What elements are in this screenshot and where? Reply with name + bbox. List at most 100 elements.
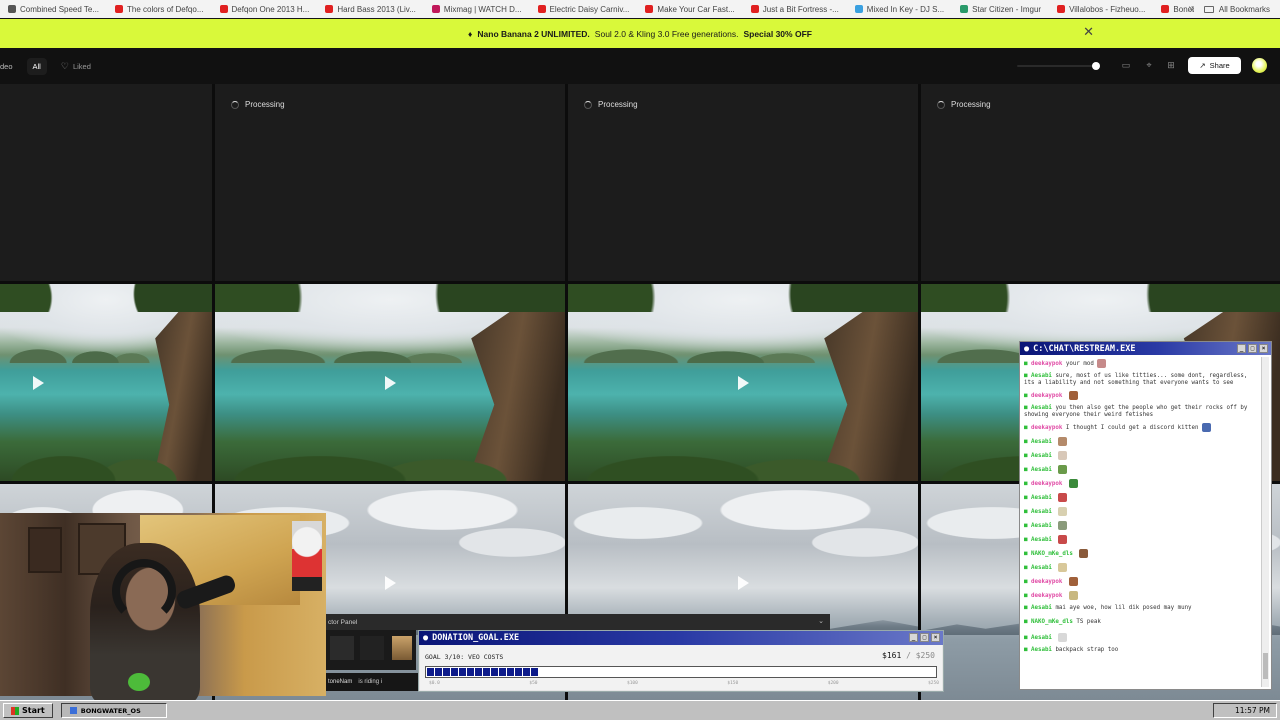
chat-window-titlebar[interactable]: ● C:\CHAT\RESTREAM.EXE _ □ × (1020, 342, 1271, 355)
diamond-icon: ♦ (468, 28, 473, 39)
bookmark-item[interactable]: Electric Daisy Carniv... (530, 0, 638, 18)
heart-icon: ♡ (60, 60, 69, 71)
processing-label: Processing (598, 100, 638, 109)
close-button[interactable]: × (931, 633, 940, 642)
promo-banner[interactable]: ♦ Nano Banana 2 UNLIMITED. Soul 2.0 & Kl… (0, 19, 1280, 48)
target-icon[interactable]: ⌖ (1143, 59, 1155, 71)
filter-all-tab[interactable]: All (26, 57, 47, 75)
donation-window-titlebar[interactable]: ● DONATION_GOAL.EXE _ □ × (419, 631, 943, 645)
all-bookmarks-button[interactable]: All Bookmarks (1193, 0, 1280, 18)
bookmark-item[interactable]: Star Citizen - Imgur (952, 0, 1049, 18)
chat-username[interactable]: Aesabi (1031, 495, 1052, 501)
chat-username[interactable]: Aesabi (1031, 523, 1052, 529)
chat-username[interactable]: Aesabi (1031, 565, 1052, 571)
donation-goal-window: ● DONATION_GOAL.EXE _ □ × GOAL 3/10: VEO… (418, 630, 944, 692)
chat-username[interactable]: NAKO_mKe_dls (1031, 619, 1073, 625)
chat-username[interactable]: Aesabi (1031, 467, 1052, 473)
chat-username[interactable]: Aesabi (1031, 605, 1052, 611)
favicon-icon (960, 5, 969, 13)
processing-card[interactable]: Processing (568, 84, 918, 281)
emote-icon (1068, 479, 1078, 488)
chat-message: ■ Aesabi sure, most of us like titties..… (1024, 373, 1260, 387)
emote-icon (1079, 549, 1089, 558)
bookmark-item[interactable]: Hard Bass 2013 (Liv... (317, 0, 424, 18)
close-button[interactable]: × (1259, 344, 1268, 353)
chat-username[interactable]: Aesabi (1031, 405, 1052, 411)
bookmark-item[interactable]: Mixed In Key - DJ S... (847, 0, 952, 18)
taskbar-item[interactable]: BONGWATER_OS (60, 703, 167, 718)
minimize-button[interactable]: _ (1237, 344, 1246, 353)
play-icon[interactable] (738, 576, 749, 591)
chat-username[interactable]: deekaypok (1031, 481, 1062, 487)
chat-username[interactable]: deekaypok (1031, 579, 1062, 585)
start-label: Start (22, 706, 45, 715)
processing-label: Processing (951, 100, 991, 109)
chat-window: ● C:\CHAT\RESTREAM.EXE _ □ × ■ deekaypok… (1019, 341, 1272, 690)
chat-username[interactable]: deekaypok (1031, 593, 1062, 599)
activity-username: toneNam (328, 679, 353, 685)
thumbnail-icon[interactable] (392, 636, 412, 660)
processing-label: Processing (245, 100, 285, 109)
banner-text: Soul 2.0 & Kling 3.0 Free generations. (594, 28, 739, 39)
share-button[interactable]: ↗ Share (1188, 57, 1241, 74)
control-slot[interactable] (360, 636, 384, 660)
chat-username[interactable]: Aesabi (1031, 537, 1052, 543)
scrollbar-thumb[interactable] (1263, 653, 1268, 679)
video-thumbnail[interactable] (568, 284, 918, 481)
processing-card[interactable] (0, 84, 212, 281)
play-icon[interactable] (385, 576, 396, 591)
processing-card[interactable]: Processing (921, 84, 1280, 281)
chat-message: ■ deekaypok (1024, 577, 1260, 587)
play-icon[interactable] (738, 375, 749, 390)
filter-liked-tab[interactable]: ♡ Liked (61, 61, 91, 72)
emote-icon (1058, 633, 1068, 642)
favicon-icon (1057, 5, 1066, 13)
user-avatar[interactable] (1252, 58, 1267, 73)
grid-view-icon[interactable]: ⊞ (1165, 59, 1177, 71)
bookmark-item[interactable]: Make Your Car Fast... (637, 0, 742, 18)
bookmark-item[interactable]: Just a Bit Fortress -... (743, 0, 847, 18)
bookmark-item[interactable]: Villalobos - Fizheuo... (1049, 0, 1153, 18)
windows-logo-icon (11, 706, 19, 715)
chat-username[interactable]: Aesabi (1031, 635, 1052, 641)
play-icon[interactable] (385, 375, 396, 390)
chat-username[interactable]: Aesabi (1031, 439, 1052, 445)
user-icon[interactable] (330, 636, 354, 660)
maximize-button[interactable]: □ (1248, 344, 1257, 353)
list-view-icon[interactable]: ▭ (1120, 59, 1132, 71)
platform-icon: ■ (1024, 481, 1031, 487)
chat-username[interactable]: Aesabi (1031, 509, 1052, 515)
video-thumbnail[interactable] (215, 284, 565, 481)
maximize-button[interactable]: □ (920, 633, 929, 642)
close-banner-button[interactable]: ✕ (1083, 24, 1094, 40)
zoom-slider-handle[interactable] (1092, 62, 1100, 70)
processing-card[interactable]: Processing (215, 84, 565, 281)
platform-icon: ■ (1024, 453, 1031, 459)
chat-username[interactable]: NAKO_mKe_dls (1031, 551, 1073, 557)
chat-username[interactable]: deekaypok (1031, 361, 1062, 367)
platform-icon: ■ (1024, 605, 1031, 611)
folder-icon (1203, 5, 1214, 13)
chevron-down-icon[interactable]: ⌄ (818, 617, 824, 625)
bookmark-item[interactable]: Combined Speed Te... (0, 0, 107, 18)
platform-icon: ■ (1024, 551, 1031, 557)
chat-username[interactable]: Aesabi (1031, 373, 1052, 379)
platform-icon: ■ (1024, 425, 1031, 431)
chat-username[interactable]: deekaypok (1031, 393, 1062, 399)
bookmark-item[interactable]: Defqon One 2013 H... (212, 0, 318, 18)
chat-message: ■ Aesabi mai aye woe, how lil dik posed … (1024, 605, 1260, 615)
zoom-slider-track[interactable] (1017, 65, 1099, 67)
video-thumbnail[interactable] (0, 284, 212, 481)
tab-video[interactable]: deo (0, 62, 13, 71)
chat-scrollbar[interactable] (1261, 357, 1269, 687)
chat-username[interactable]: deekaypok (1031, 425, 1062, 431)
platform-icon: ■ (1024, 509, 1031, 515)
chat-username[interactable]: Aesabi (1031, 647, 1052, 653)
minimize-button[interactable]: _ (909, 633, 918, 642)
start-button[interactable]: Start (3, 703, 53, 718)
control-panel-header[interactable]: ctor Panel ⌄ (326, 614, 830, 630)
bookmark-item[interactable]: Mixmag | WATCH D... (424, 0, 530, 18)
bookmark-item[interactable]: The colors of Defqo... (107, 0, 211, 18)
chat-username[interactable]: Aesabi (1031, 453, 1052, 459)
play-icon[interactable] (33, 375, 45, 390)
